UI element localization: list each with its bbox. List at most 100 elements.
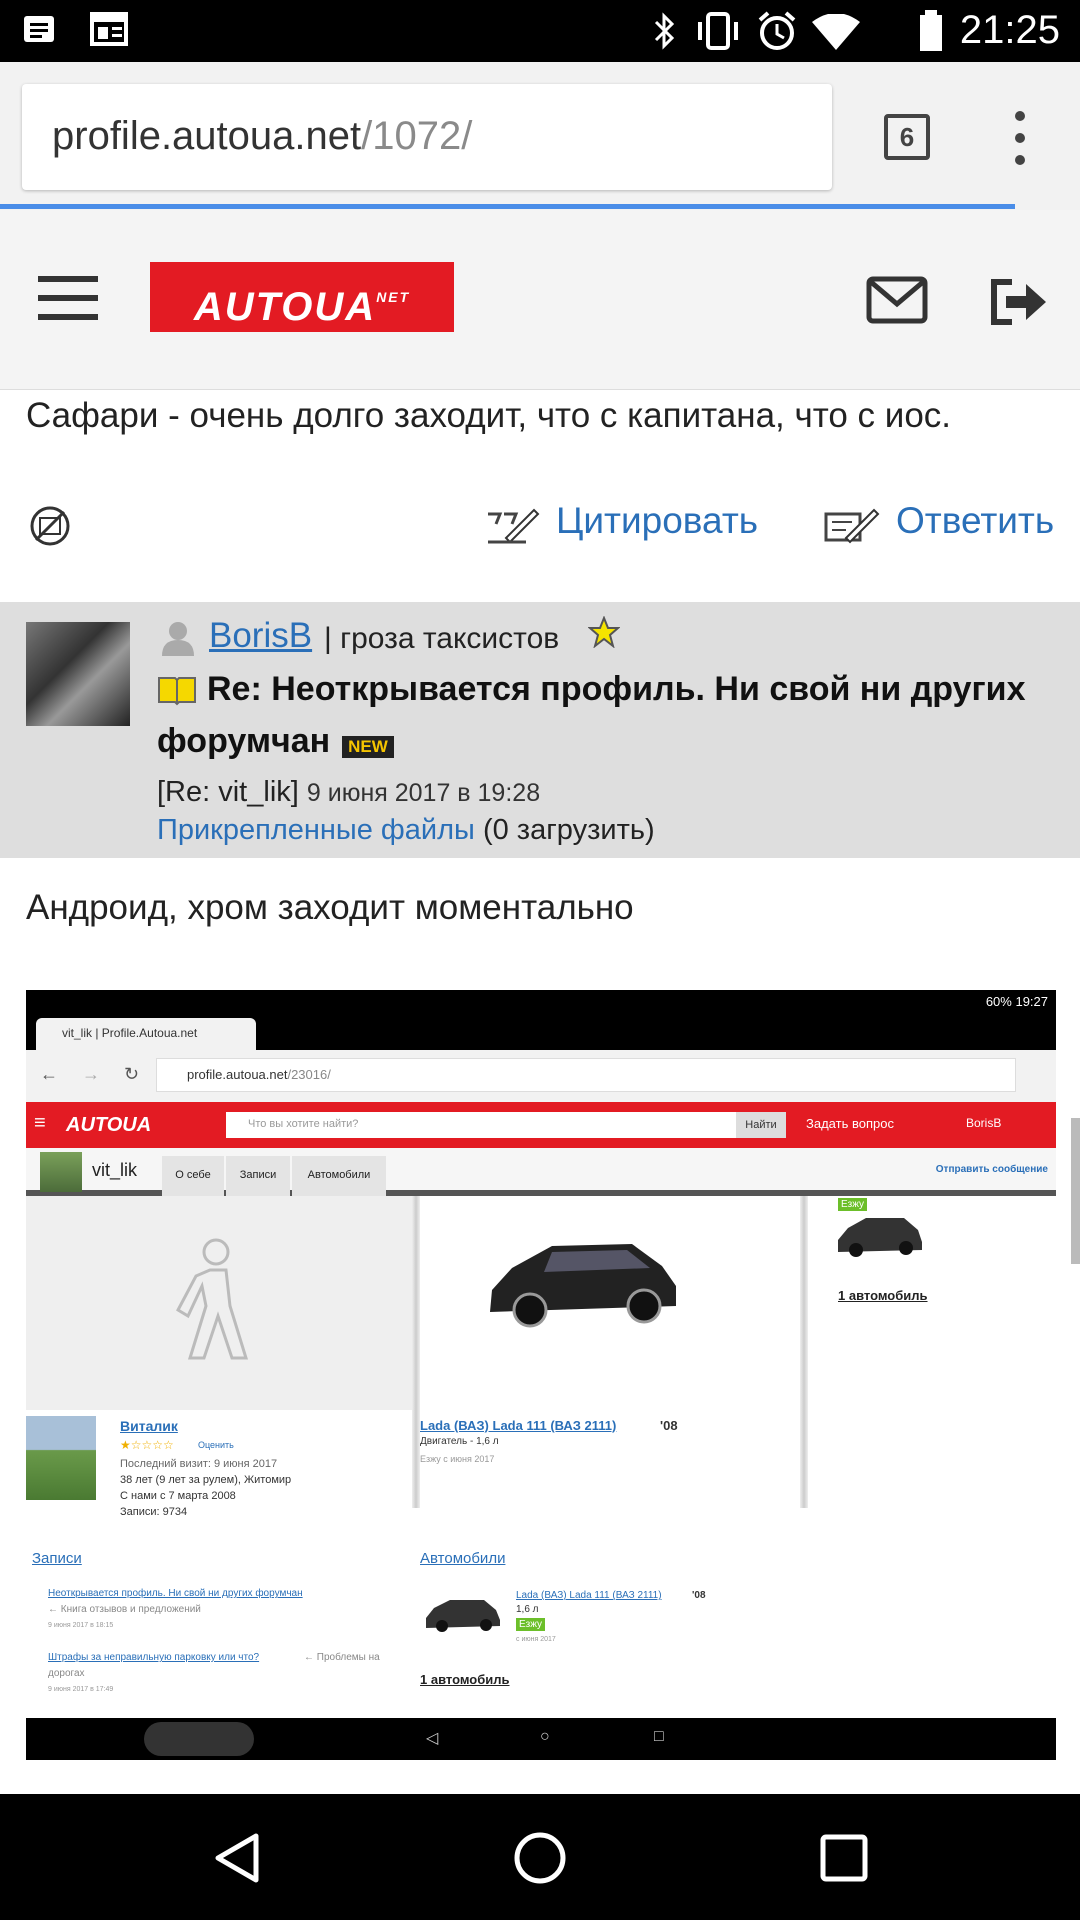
shot-logo: AUTOUA — [66, 1114, 152, 1136]
reply-post-header: BorisB | гроза таксистов Re: Неоткрывает… — [0, 602, 1080, 858]
shot-tab: vit_lik | Profile.Autoua.net — [36, 1018, 256, 1050]
shot-tab-posts: Записи — [226, 1156, 290, 1196]
menu-overflow-icon[interactable] — [1000, 106, 1040, 170]
shot-search: Что вы хотите найти? — [226, 1112, 746, 1138]
shot-time: 60% 19:27 — [985, 994, 1048, 1009]
user-rank: | гроза таксистов — [324, 622, 560, 655]
shot-car-title: Lada (ВАЗ) Lada 111 (ВАЗ 2111) — [420, 1418, 617, 1433]
site-header: AUTOUANET — [0, 210, 1080, 390]
shot-profile-name: vit_lik — [92, 1160, 138, 1180]
quote-label: Цитировать — [556, 500, 759, 541]
url-host: profile.autoua.net — [52, 114, 362, 158]
shot-posts-count: Записи: 9734 — [120, 1506, 188, 1518]
shot-home-nav-icon: ○ — [540, 1728, 550, 1745]
shot-since: С нами с 7 марта 2008 — [120, 1490, 236, 1502]
shot-post2-date: 9 июня 2017 в 17:49 — [48, 1686, 114, 1693]
shot-car-photo — [420, 1196, 810, 1410]
shot-menu-icon: ≡ — [34, 1112, 46, 1134]
star-rank-icon — [588, 616, 620, 648]
quote-button[interactable]: Цитировать — [484, 500, 764, 556]
shot-post2-category2: дорогах — [48, 1668, 85, 1679]
home-nav-icon[interactable] — [512, 1830, 568, 1886]
logo-superscript: NET — [376, 289, 411, 305]
shot-post1: Неоткрывается профиль. Ни свой ни других… — [48, 1588, 303, 1599]
mail-icon[interactable] — [866, 276, 928, 324]
shot-car-small-badge: Езжу — [516, 1618, 546, 1631]
clock: 21:25 — [959, 8, 1060, 52]
shot-profile-nav: vit_lik О себе Записи Автомобили Отправи… — [26, 1148, 1056, 1196]
shot-post2: Штрафы за неправильную парковку или что? — [48, 1652, 260, 1663]
username-link[interactable]: BorisB — [209, 616, 312, 656]
reply-to: [Re: vit_lik] — [157, 776, 299, 808]
attached-files: Прикрепленные файлы (0 загрузить) — [157, 814, 655, 847]
reply-title-line1: Re: Неоткрывается профиль. Ни свой ни др… — [207, 670, 1026, 708]
url-text: profile.autoua.net/1072/ — [52, 114, 472, 159]
shot-send-message: Отправить сообщение — [935, 1164, 1048, 1175]
shot-back-nav-icon: ◁ — [426, 1730, 439, 1747]
shot-no-photo — [26, 1196, 412, 1410]
shot-section-cars: Автомобили — [420, 1550, 506, 1567]
shot-car-year: '08 — [660, 1418, 678, 1433]
attached-screenshot[interactable]: 60% 19:27 vit_lik | Profile.Autoua.net ←… — [26, 990, 1056, 1760]
attached-files-link[interactable]: Прикрепленные файлы — [157, 814, 475, 846]
attached-files-count: (0 загрузить) — [482, 814, 655, 846]
topic-book-icon — [158, 677, 196, 706]
battery-icon — [920, 10, 942, 51]
previous-post-text: Сафари - очень долго заходит, что с капи… — [26, 396, 952, 435]
vibrate-icon — [698, 12, 738, 50]
bluetooth-icon — [654, 12, 675, 50]
scrollbar-thumb[interactable] — [1071, 1118, 1080, 1264]
shot-one-car-bottom: 1 автомобиль — [420, 1672, 510, 1687]
shot-user-photo — [26, 1416, 96, 1500]
shot-camera-pill — [144, 1722, 254, 1756]
shot-car-small-year: '08 — [692, 1590, 706, 1601]
status-bar: 21:25 — [0, 0, 1080, 62]
reply-text: Андроид, хром заходит моментально — [26, 888, 634, 927]
recents-nav-icon[interactable] — [820, 1834, 868, 1882]
quote-pencil-icon — [488, 508, 540, 544]
shot-last-visit: Последний визит: 9 июня 2017 — [120, 1458, 278, 1470]
walking-person-icon — [176, 1238, 249, 1360]
shot-profile-avatar — [40, 1152, 82, 1192]
shot-car-small-since: с июня 2017 — [516, 1636, 556, 1643]
page-load-progress — [0, 204, 1015, 209]
new-badge: NEW — [342, 736, 394, 758]
shot-divider-1 — [412, 1196, 420, 1508]
reply-label: Ответить — [896, 500, 1055, 541]
url-path: /1072/ — [361, 114, 473, 158]
reply-title-line2: форумчан — [157, 722, 331, 760]
shot-age-city: 38 лет (9 лет за рулем), Житомир — [120, 1474, 292, 1486]
shot-reload-icon: ↻ — [124, 1064, 140, 1084]
shot-recent-nav-icon: □ — [654, 1728, 664, 1745]
shot-omnibox: profile.autoua.net/23016/ — [156, 1058, 1016, 1092]
shot-engine: Двигатель - 1,6 л — [420, 1436, 499, 1447]
shot-ask-question: Задать вопрос — [806, 1116, 894, 1131]
site-logo[interactable]: AUTOUANET — [150, 262, 454, 332]
user-avatar[interactable] — [26, 622, 130, 726]
reply-date: 9 июня 2017 в 19:28 — [306, 779, 541, 807]
shot-search-button: Найти — [736, 1112, 786, 1138]
no-avatar-icon — [30, 506, 70, 546]
car-image — [490, 1244, 676, 1328]
shot-forward-icon: → — [82, 1064, 100, 1084]
shot-url-host: profile.autoua.net — [187, 1067, 288, 1082]
shot-rate: Оценить — [198, 1440, 234, 1450]
shot-site-header: ≡ AUTOUA Что вы хотите найти? Найти Зада… — [26, 1102, 1056, 1148]
reply-button[interactable]: Ответить — [822, 500, 1062, 556]
shot-tab-cars: Автомобили — [292, 1156, 386, 1196]
alarm-icon — [758, 11, 796, 50]
back-nav-icon[interactable] — [212, 1832, 262, 1884]
logout-icon[interactable] — [986, 276, 1050, 328]
shot-car-small-engine: 1,6 л — [516, 1604, 539, 1615]
shot-section-posts: Записи — [32, 1550, 82, 1567]
shot-nav-bar: ◁ ○ □ — [26, 1718, 1056, 1760]
shot-post2-category: ← Проблемы на — [304, 1652, 380, 1663]
android-nav-bar — [0, 1794, 1080, 1920]
car-thumbnail — [838, 1218, 922, 1257]
address-bar[interactable]: profile.autoua.net/1072/ — [22, 84, 832, 190]
tab-switcher-button[interactable]: 6 — [884, 114, 930, 160]
logo-text: AUTOUA — [193, 285, 377, 329]
reply-meta: [Re: vit_lik] 9 июня 2017 в 19:28 — [157, 776, 540, 809]
car-small-image — [426, 1600, 500, 1632]
hamburger-menu-icon[interactable] — [38, 274, 98, 322]
